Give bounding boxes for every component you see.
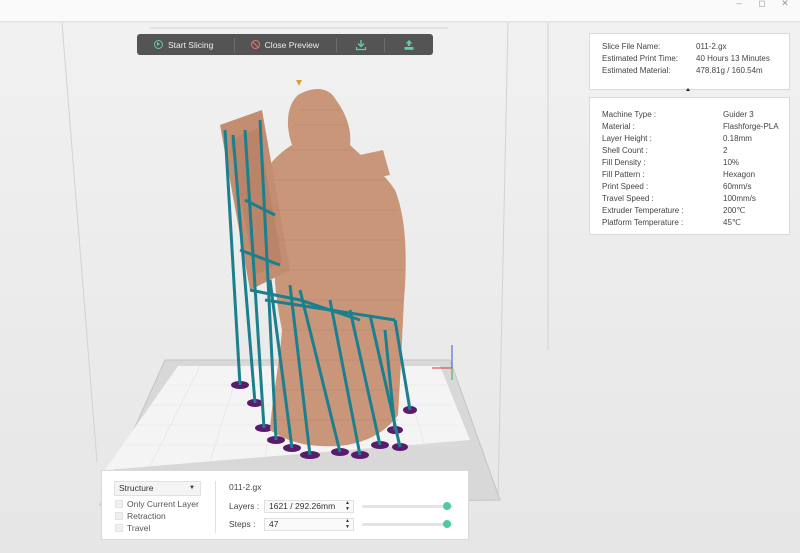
setting-label: Travel Speed : bbox=[602, 194, 654, 203]
info-label: Estimated Material: bbox=[602, 66, 671, 75]
print-settings-panel: Machine Type : Guider 3 Material : Flash… bbox=[589, 97, 790, 235]
setting-label: Fill Pattern : bbox=[602, 170, 645, 179]
layers-slider[interactable] bbox=[362, 502, 453, 510]
settings-row: Print Speed : 60mm/s bbox=[602, 181, 789, 193]
layers-label: Layers : bbox=[229, 501, 260, 511]
steps-slider[interactable] bbox=[362, 520, 453, 528]
info-label: Estimated Print Time: bbox=[602, 54, 679, 63]
info-label: Slice File Name: bbox=[602, 42, 661, 51]
preview-file-name: 011-2.gx bbox=[229, 482, 262, 492]
settings-row: Fill Pattern : Hexagon bbox=[602, 169, 789, 181]
settings-row: Layer Height : 0.18mm bbox=[602, 133, 789, 145]
info-value: 011-2.gx bbox=[696, 42, 727, 51]
settings-row: Extruder Temperature : 200℃ bbox=[602, 205, 789, 217]
setting-value: Flashforge-PLA bbox=[723, 122, 779, 131]
title-bar: – ◻ ✕ bbox=[0, 0, 800, 22]
steps-spinbox[interactable]: 47 ▲ ▼ bbox=[264, 518, 354, 531]
minimize-button[interactable]: – bbox=[728, 0, 750, 10]
setting-value: 2 bbox=[723, 146, 728, 155]
only-current-layer-option[interactable]: Only Current Layer bbox=[115, 498, 199, 509]
setting-label: Machine Type : bbox=[602, 110, 657, 119]
setting-value: 100mm/s bbox=[723, 194, 756, 203]
send-to-printer-button[interactable] bbox=[385, 34, 433, 55]
slice-info-panel: Slice File Name: 011-2.gx Estimated Prin… bbox=[589, 33, 790, 90]
setting-label: Fill Density : bbox=[602, 158, 646, 167]
ban-icon bbox=[250, 40, 260, 49]
panel-divider bbox=[215, 481, 216, 533]
checkbox-label: Only Current Layer bbox=[127, 498, 199, 509]
only-current-layer-checkbox[interactable] bbox=[115, 499, 123, 508]
camera-marker-icon bbox=[296, 80, 302, 86]
layers-slider-handle[interactable] bbox=[443, 502, 451, 510]
settings-row: Machine Type : Guider 3 bbox=[602, 109, 789, 121]
view-mode-value: Structure bbox=[119, 483, 154, 493]
setting-value: Guider 3 bbox=[723, 110, 754, 119]
settings-row: Platform Temperature : 45℃ bbox=[602, 217, 789, 229]
retraction-checkbox[interactable] bbox=[115, 511, 123, 520]
setting-label: Material : bbox=[602, 122, 635, 131]
view-mode-select[interactable]: Structure ▼ bbox=[114, 481, 201, 496]
settings-row: Travel Speed : 100mm/s bbox=[602, 193, 789, 205]
collapse-toggle-icon[interactable] bbox=[686, 88, 690, 91]
play-circle-icon bbox=[154, 40, 163, 49]
preview-toolbar: Start Slicing Close Preview bbox=[137, 34, 433, 55]
setting-value: 45℃ bbox=[723, 218, 741, 227]
layers-value: 1621 / 292.26mm bbox=[269, 501, 336, 511]
layers-spinbox[interactable]: 1621 / 292.26mm ▲ ▼ bbox=[264, 500, 354, 513]
info-value: 40 Hours 13 Minutes bbox=[696, 54, 770, 63]
slice-file-row: Slice File Name: 011-2.gx bbox=[602, 41, 789, 53]
settings-row: Shell Count : 2 bbox=[602, 145, 789, 157]
settings-row: Fill Density : 10% bbox=[602, 157, 789, 169]
close-preview-label: Close Preview bbox=[264, 39, 319, 50]
travel-checkbox[interactable] bbox=[115, 523, 123, 532]
travel-option[interactable]: Travel bbox=[115, 522, 150, 533]
preview-control-panel: Structure ▼ Only Current Layer Retractio… bbox=[101, 470, 469, 540]
send-to-printer-icon bbox=[404, 39, 414, 50]
steps-slider-handle[interactable] bbox=[443, 520, 451, 528]
close-window-button[interactable]: ✕ bbox=[774, 0, 796, 10]
print-time-row: Estimated Print Time: 40 Hours 13 Minute… bbox=[602, 53, 789, 65]
setting-value: 200℃ bbox=[723, 206, 746, 215]
setting-label: Layer Height : bbox=[602, 134, 652, 143]
info-value: 478.81g / 160.54m bbox=[696, 66, 763, 75]
maximize-button[interactable]: ◻ bbox=[751, 0, 773, 10]
steps-value: 47 bbox=[269, 519, 279, 529]
export-icon bbox=[355, 39, 366, 50]
setting-label: Print Speed : bbox=[602, 182, 649, 191]
checkbox-label: Retraction bbox=[127, 510, 166, 521]
setting-value: Hexagon bbox=[723, 170, 756, 179]
retraction-option[interactable]: Retraction bbox=[115, 510, 166, 521]
material-row: Estimated Material: 478.81g / 160.54m bbox=[602, 65, 789, 77]
export-button[interactable] bbox=[337, 34, 384, 55]
setting-label: Shell Count : bbox=[602, 146, 648, 155]
settings-row: Material : Flashforge-PLA bbox=[602, 121, 789, 133]
setting-value: 10% bbox=[723, 158, 740, 167]
spin-arrows-icon[interactable]: ▲ ▼ bbox=[345, 518, 350, 530]
spin-arrows-icon[interactable]: ▲ ▼ bbox=[345, 500, 350, 512]
start-slicing-button[interactable]: Start Slicing bbox=[137, 34, 234, 55]
checkbox-label: Travel bbox=[127, 522, 151, 533]
start-slicing-label: Start Slicing bbox=[168, 39, 214, 50]
close-preview-button[interactable]: Close Preview bbox=[235, 34, 337, 55]
setting-label: Platform Temperature : bbox=[602, 218, 684, 227]
setting-value: 0.18mm bbox=[723, 134, 752, 143]
dropdown-arrow-icon: ▼ bbox=[189, 485, 195, 491]
setting-value: 60mm/s bbox=[723, 182, 752, 191]
setting-label: Extruder Temperature : bbox=[602, 206, 684, 215]
steps-label: Steps : bbox=[229, 519, 256, 529]
